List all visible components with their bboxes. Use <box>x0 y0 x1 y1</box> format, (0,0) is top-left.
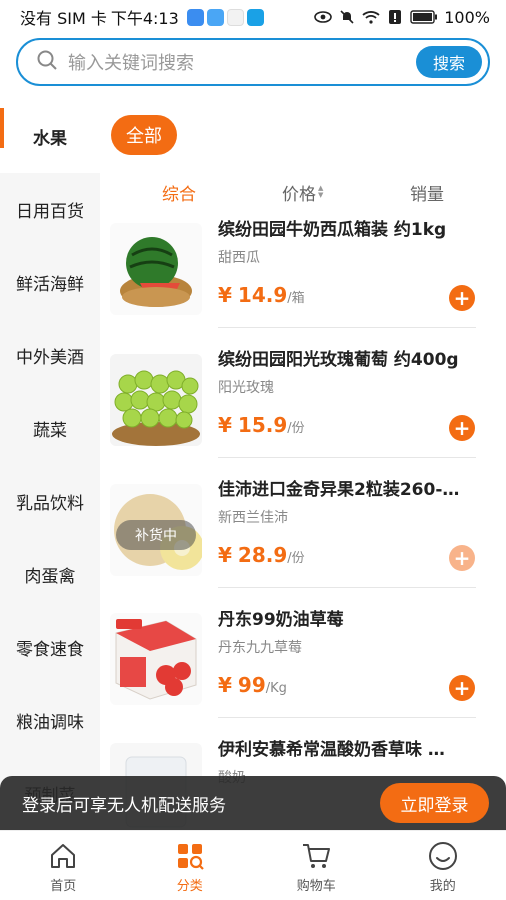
sidebar-item-snacks[interactable]: 零食速食 <box>0 611 100 684</box>
tab-label: 首页 <box>50 879 77 894</box>
sidebar-item-fruit[interactable]: 水果 <box>0 100 100 173</box>
tab-home[interactable]: 首页 <box>0 831 127 900</box>
sort-bar: 综合 价格 ▲ ▼ 销量 <box>100 177 506 207</box>
eye-icon <box>314 8 333 26</box>
sidebar-item-seafood[interactable]: 鲜活海鲜 <box>0 246 100 319</box>
sort-sales[interactable]: 销量 <box>410 180 444 205</box>
alert-icon <box>386 8 404 26</box>
product-card[interactable]: 补货中 佳沛进口金奇异果2粒装260-… 新西兰佳沛 ¥ 28.9 /份 + <box>100 475 506 605</box>
battery-text: 100% <box>444 7 490 27</box>
search-bar[interactable]: 输入关键词搜索 搜索 <box>16 38 490 86</box>
product-title: 佳沛进口金奇异果2粒装260-… <box>218 480 460 500</box>
time-text: 下午4:13 <box>110 9 179 28</box>
tab-profile[interactable]: 我的 <box>380 831 506 900</box>
add-to-cart-button: + <box>449 545 475 571</box>
product-subtitle: 阳光玫瑰 <box>218 380 274 396</box>
login-banner-text: 登录后可享无人机配送服务 <box>22 795 226 816</box>
product-price: ¥ 15.9 /份 <box>218 413 305 437</box>
sidebar-item-meat-eggs[interactable]: 肉蛋禽 <box>0 538 100 611</box>
status-bar: 没有 SIM 卡 下午4:13 100% <box>0 0 506 34</box>
cart-icon <box>299 839 333 873</box>
product-subtitle: 甜西瓜 <box>218 250 260 266</box>
product-title: 缤纷田园阳光玫瑰葡萄 约400g <box>218 350 459 370</box>
price-unit: /箱 <box>287 291 305 306</box>
add-to-cart-button[interactable]: + <box>449 285 475 311</box>
notification-icons <box>186 8 264 26</box>
product-card[interactable]: 丹东99奶油草莓 丹东九九草莓 ¥ 99 /Kg + <box>100 605 506 735</box>
sort-arrows-icon: ▲ ▼ <box>318 184 324 199</box>
sidebar-item-wine[interactable]: 中外美酒 <box>0 319 100 392</box>
tab-label: 购物车 <box>296 879 336 894</box>
search-button[interactable]: 搜索 <box>416 46 482 78</box>
category-sidebar: 水果 日用百货 鲜活海鲜 中外美酒 蔬菜 乳品饮料 肉蛋禽 零食速食 粮油调味 … <box>0 100 100 830</box>
search-icon <box>36 49 58 75</box>
battery-icon <box>410 8 438 26</box>
add-to-cart-button[interactable]: + <box>449 675 475 701</box>
login-now-button[interactable]: 立即登录 <box>380 783 489 823</box>
search-app-icon <box>246 8 264 26</box>
product-price: ¥ 99 /Kg <box>218 673 287 697</box>
wifi-icon <box>362 8 380 26</box>
product-title: 伊利安慕希常温酸奶香草味 … <box>218 740 445 760</box>
price-unit: /份 <box>287 421 305 436</box>
product-title: 缤纷田园牛奶西瓜箱装 约1kg <box>218 220 447 240</box>
product-price: ¥ 14.9 /箱 <box>218 283 305 307</box>
price-amount: 28.9 <box>237 543 288 567</box>
grapes-image <box>110 354 202 446</box>
home-icon <box>46 839 80 873</box>
price-currency: ¥ <box>218 543 232 567</box>
sort-price-label: 价格 <box>282 184 316 205</box>
strawberry-image <box>110 613 202 705</box>
price-currency: ¥ <box>218 413 232 437</box>
restock-badge: 补货中 <box>116 520 196 550</box>
divider <box>218 457 476 458</box>
watermelon-image <box>110 223 202 315</box>
login-banner: 登录后可享无人机配送服务 立即登录 <box>0 776 506 830</box>
divider <box>218 717 476 718</box>
carrier-text: 没有 SIM 卡 <box>20 9 107 28</box>
cloud-app-icon <box>206 8 224 26</box>
tab-label: 我的 <box>429 879 456 894</box>
product-price: ¥ 28.9 /份 <box>218 543 305 567</box>
weather-app-icon <box>186 8 204 26</box>
filter-chip-all[interactable]: 全部 <box>111 115 177 155</box>
sidebar-item-grain-oil[interactable]: 粮油调味 <box>0 684 100 757</box>
profile-icon <box>426 839 460 873</box>
price-amount: 15.9 <box>237 413 288 437</box>
product-subtitle: 新西兰佳沛 <box>218 510 288 526</box>
sidebar-item-vegetables[interactable]: 蔬菜 <box>0 392 100 465</box>
product-subtitle: 丹东九九草莓 <box>218 640 302 656</box>
sort-price[interactable]: 价格 ▲ ▼ <box>282 180 323 205</box>
product-panel: 全部 综合 价格 ▲ ▼ 销量 缤纷田园牛奶西瓜箱装 约1kg 甜西瓜 ¥ 14.… <box>100 100 506 830</box>
mute-icon <box>338 8 356 26</box>
product-title: 丹东99奶油草莓 <box>218 610 344 630</box>
price-amount: 14.9 <box>237 283 288 307</box>
price-unit: /Kg <box>265 681 287 696</box>
bottom-tab-bar: 首页 分类 购物车 我的 <box>0 830 506 900</box>
product-card[interactable]: 缤纷田园牛奶西瓜箱装 约1kg 甜西瓜 ¥ 14.9 /箱 + <box>100 215 506 345</box>
sidebar-item-dairy[interactable]: 乳品饮料 <box>0 465 100 538</box>
kiwi-image: 补货中 <box>110 484 202 576</box>
price-currency: ¥ <box>218 283 232 307</box>
calendar-app-icon <box>226 8 244 26</box>
price-currency: ¥ <box>218 673 232 697</box>
add-to-cart-button[interactable]: + <box>449 415 475 441</box>
sort-default[interactable]: 综合 <box>162 180 196 205</box>
price-unit: /份 <box>287 551 305 566</box>
divider <box>218 587 476 588</box>
product-card[interactable]: 缤纷田园阳光玫瑰葡萄 约400g 阳光玫瑰 ¥ 15.9 /份 + <box>100 345 506 475</box>
divider <box>218 327 476 328</box>
tab-category[interactable]: 分类 <box>127 831 254 900</box>
tab-label: 分类 <box>176 879 203 894</box>
category-icon <box>173 839 207 873</box>
search-input[interactable]: 输入关键词搜索 <box>68 49 194 75</box>
price-amount: 99 <box>237 673 266 697</box>
tab-cart[interactable]: 购物车 <box>253 831 380 900</box>
sidebar-item-daily-goods[interactable]: 日用百货 <box>0 173 100 246</box>
